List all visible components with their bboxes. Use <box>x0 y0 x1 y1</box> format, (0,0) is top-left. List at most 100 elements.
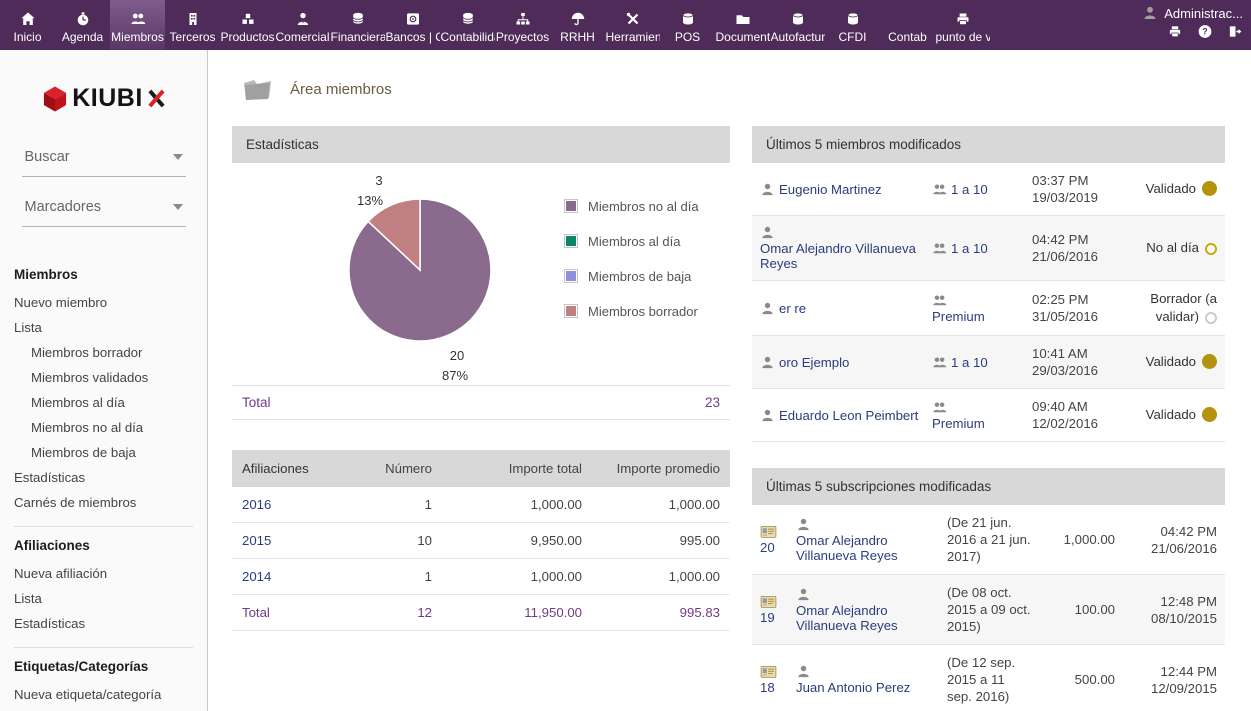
logo-text: KIUBI <box>72 84 143 113</box>
nav-item-autofactura[interactable]: Autofactura <box>770 0 825 50</box>
sidebar-item-estadisticas-miembros[interactable]: Estadísticas <box>14 465 207 490</box>
sidebar-item-miembros-no-al-dia[interactable]: Miembros no al día <box>14 415 207 440</box>
sidebar-item-miembros-validados[interactable]: Miembros validados <box>14 365 207 390</box>
member-type-link[interactable]: 1 a 10 <box>951 241 988 256</box>
legend-label: Miembros no al día <box>588 199 699 214</box>
member-name-link[interactable]: oro Ejemplo <box>779 355 849 370</box>
cell: 995.00 <box>582 533 720 548</box>
chevron-down-icon <box>173 204 183 210</box>
nav-item-rrhh[interactable]: RRHH <box>550 0 605 50</box>
cfdi-icon <box>844 11 862 27</box>
cell: 995.83 <box>582 605 720 620</box>
nav-item-punto-de-venta[interactable]: punto de venta <box>935 0 990 50</box>
nav-items: Inicio Agenda Miembros Terceros Producto… <box>0 0 990 50</box>
member-datetime: 09:40 AM12/02/2016 <box>1032 398 1132 432</box>
subscription-id-link[interactable]: 20 <box>760 540 775 555</box>
sidebar-item-nuevo-miembro[interactable]: Nuevo miembro <box>14 290 207 315</box>
subscriber-name-link[interactable]: Juan Antonio Perez <box>796 680 910 695</box>
subscription-datetime: 04:42 PM21/06/2016 <box>1121 523 1217 557</box>
print-icon[interactable] <box>1167 24 1183 39</box>
bookmarks-dropdown[interactable]: Marcadores <box>22 193 186 227</box>
nav-label: Agenda <box>62 30 103 44</box>
page-title: Área miembros <box>242 76 1225 102</box>
sidebar-item-lista-afiliaciones[interactable]: Lista <box>14 586 207 611</box>
member-type-cell: 1 a 10 <box>932 182 1028 197</box>
year-link[interactable]: 2015 <box>242 533 367 548</box>
nav-item-agenda[interactable]: Agenda <box>55 0 110 50</box>
sidebar-item-estadisticas-afiliaciones[interactable]: Estadísticas <box>14 611 207 636</box>
pie-value-borrador: 3 <box>375 173 382 188</box>
nav-item-contab[interactable]: Contab <box>880 0 935 50</box>
tools-icon <box>624 11 642 27</box>
nav-item-terceros[interactable]: Terceros <box>165 0 220 50</box>
legend-swatch-purple <box>564 199 578 213</box>
sidebar-item-miembros-de-baja[interactable]: Miembros de baja <box>14 440 207 465</box>
subscription-id-cell: 19 <box>760 595 790 625</box>
pos-terminal-icon <box>954 11 972 27</box>
col-header: Número <box>367 461 432 476</box>
subscription-id-cell: 18 <box>760 665 790 695</box>
products-icon <box>239 11 257 27</box>
help-icon[interactable] <box>1197 24 1213 39</box>
member-name-link[interactable]: Eduardo Leon Peimbert <box>779 408 918 423</box>
sidebar-item-miembros-borrador[interactable]: Miembros borrador <box>14 340 207 365</box>
member-name-link[interactable]: Omar Alejandro Villanueva Reyes <box>760 241 916 271</box>
nav-item-productos[interactable]: Productos <box>220 0 275 50</box>
sidebar-menu: Miembros Nuevo miembro Lista Miembros bo… <box>0 243 207 711</box>
member-type-link[interactable]: 1 a 10 <box>951 182 988 197</box>
year-link[interactable]: 2014 <box>242 569 367 584</box>
group-icon <box>932 293 947 308</box>
member-type-link[interactable]: 1 a 10 <box>951 355 988 370</box>
nav-item-comercial[interactable]: Comercial <box>275 0 330 50</box>
user-label: Administrac... <box>1164 6 1243 21</box>
sidebar-item-nueva-afiliacion[interactable]: Nueva afiliación <box>14 561 207 586</box>
table-row: 2015 10 9,950.00 995.00 <box>232 523 730 559</box>
members-total-row: Total 23 <box>232 385 730 420</box>
subscription-row: 18 Juan Antonio Perez (De 12 sep. 2015 a… <box>752 645 1225 711</box>
sidebar-item-lista-miembros[interactable]: Lista <box>14 315 207 340</box>
year-link[interactable]: 2016 <box>242 497 367 512</box>
user-icon <box>760 408 775 423</box>
legend-item: Miembros de baja <box>564 269 699 284</box>
accounting-icon <box>459 11 477 27</box>
subscriber-name-link[interactable]: Omar Alejandro Villanueva Reyes <box>796 603 898 633</box>
legend-item: Miembros no al día <box>564 199 699 214</box>
nav-item-bancos[interactable]: Bancos | Caja <box>385 0 440 50</box>
member-row: Eduardo Leon Peimbert Premium 09:40 AM12… <box>752 389 1225 442</box>
member-type-cell: 1 a 10 <box>932 355 1028 370</box>
sidebar-item-nueva-etiqueta[interactable]: Nueva etiqueta/categoría <box>14 682 207 707</box>
legend-swatch-teal <box>564 234 578 248</box>
member-name-link[interactable]: Eugenio Martinez <box>779 182 882 197</box>
pie-percent-borrador: 13% <box>357 193 383 208</box>
user-menu[interactable]: Administrac... <box>1142 5 1243 21</box>
member-name-cell: oro Ejemplo <box>760 355 928 370</box>
nav-item-inicio[interactable]: Inicio <box>0 0 55 50</box>
member-type-cell: 1 a 10 <box>932 241 1028 256</box>
nav-item-herramientas[interactable]: Herramientas <box>605 0 660 50</box>
member-name-link[interactable]: er re <box>779 301 806 316</box>
nav-item-documentos[interactable]: Documentos <box>715 0 770 50</box>
sidebar-item-miembros-al-dia[interactable]: Miembros al día <box>14 390 207 415</box>
subscription-id-link[interactable]: 18 <box>760 680 775 695</box>
subscription-id-link[interactable]: 19 <box>760 610 775 625</box>
table-row: 2016 1 1,000.00 1,000.00 <box>232 487 730 523</box>
nav-label: Contab <box>888 30 927 44</box>
logout-icon[interactable] <box>1227 24 1243 39</box>
nav-item-contabilidad[interactable]: Contabilidad <box>440 0 495 50</box>
total-value: 23 <box>705 395 720 410</box>
nav-item-proyectos[interactable]: Proyectos <box>495 0 550 50</box>
nav-item-miembros[interactable]: Miembros <box>110 0 165 50</box>
member-datetime: 04:42 PM21/06/2016 <box>1032 231 1132 265</box>
sidebar-item-carnes[interactable]: Carnés de miembros <box>14 490 207 515</box>
nav-item-pos[interactable]: POS <box>660 0 715 50</box>
member-type-link[interactable]: Premium <box>932 309 985 324</box>
legend-item: Miembros al día <box>564 234 699 249</box>
chart-legend: Miembros no al día Miembros al día Miemb… <box>564 199 699 383</box>
member-type-link[interactable]: Premium <box>932 416 985 431</box>
subscriber-name-link[interactable]: Omar Alejandro Villanueva Reyes <box>796 533 898 563</box>
search-dropdown[interactable]: Buscar <box>22 143 186 177</box>
nav-label: Miembros <box>111 30 164 44</box>
nav-item-cfdi[interactable]: CFDI <box>825 0 880 50</box>
nav-item-financiera[interactable]: Financiera <box>330 0 385 50</box>
legend-swatch-salmon <box>564 304 578 318</box>
